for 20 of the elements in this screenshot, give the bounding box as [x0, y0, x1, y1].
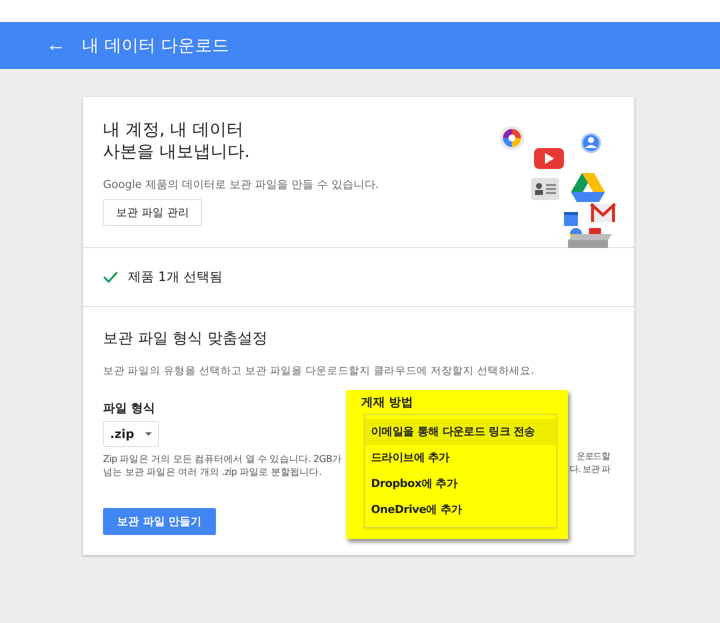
- intro-heading: 내 계정, 내 데이터 사본을 내보냅니다.: [103, 119, 251, 163]
- delivery-method-label: 게재 방법: [361, 394, 414, 411]
- menu-item[interactable]: Dropbox에 추가: [365, 471, 556, 497]
- menu-item[interactable]: 이메일을 통해 다운로드 링크 전송: [365, 419, 556, 445]
- create-archive-button[interactable]: 보관 파일 만들기: [103, 508, 216, 535]
- file-type-dropdown[interactable]: .zip: [103, 421, 159, 447]
- checkmark-icon: [103, 271, 118, 283]
- selected-products-summary: 제품 1개 선택됨: [128, 269, 223, 286]
- delivery-help: 운로드할 다. 보관 파: [570, 451, 610, 476]
- menu-item[interactable]: 드라이브에 추가: [365, 445, 556, 471]
- manage-archives-button[interactable]: 보관 파일 관리: [103, 199, 202, 226]
- file-type-label: 파일 형식: [103, 400, 156, 417]
- menu-item[interactable]: OneDrive에 추가: [365, 497, 556, 523]
- section-description: 보관 파일의 유형을 선택하고 보관 파일을 다운로드할지 클라우드에 저장할지 선택하세요.: [103, 364, 535, 378]
- section-heading: 보관 파일 형식 맞춤설정: [103, 329, 268, 348]
- back-button[interactable]: ←: [42, 34, 70, 57]
- file-type-help: Zip 파일은 거의 모든 컴퓨터에서 열 수 있습니다. 2GB가 넘는 보관 파일은 여러 개의 .zip 파일로 분할됩니다.: [103, 453, 343, 479]
- caret-icon: [145, 432, 152, 436]
- intro-description: Google 제품의 데이터로 보관 파일을 만들 수 있습니다.: [103, 177, 379, 192]
- page-title: 내 데이터 다운로드: [82, 35, 229, 57]
